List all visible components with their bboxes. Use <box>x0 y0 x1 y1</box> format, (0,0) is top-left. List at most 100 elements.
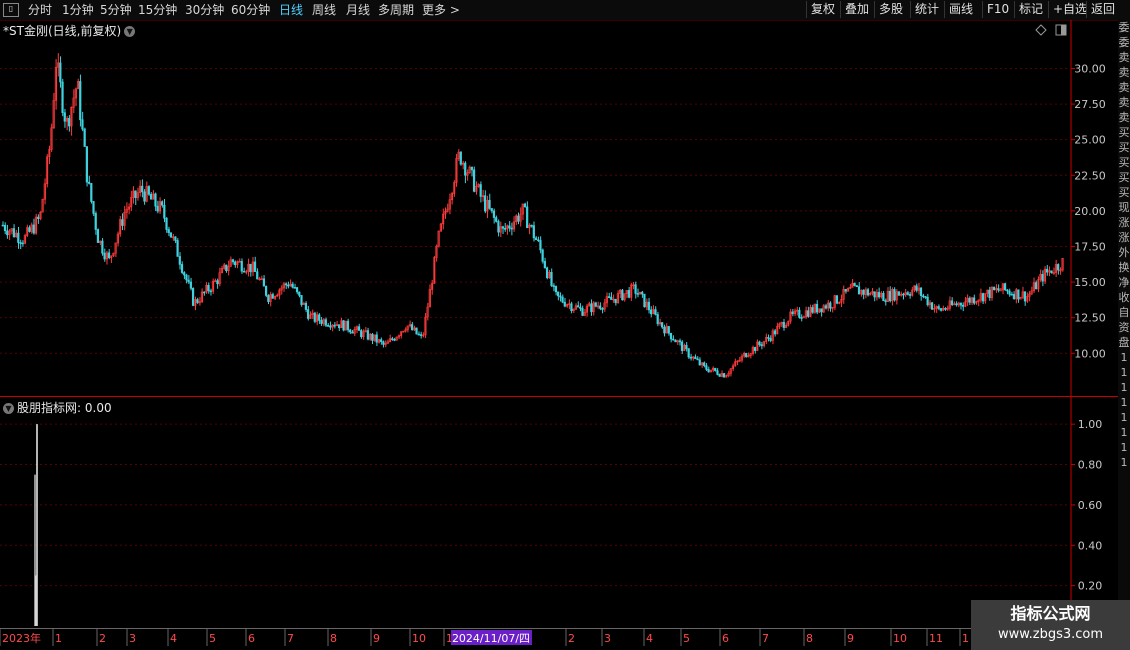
candle-body <box>247 263 250 272</box>
candle-body <box>731 365 735 370</box>
candle-body <box>537 239 540 242</box>
toolbar-button[interactable]: 画线 <box>944 1 977 18</box>
toolbar-button[interactable]: 复权 <box>806 1 839 18</box>
toolbar-button[interactable]: 统计 <box>910 1 943 18</box>
candle-body <box>696 358 699 361</box>
candle-body <box>380 339 383 342</box>
candle-body <box>313 312 316 322</box>
candle-body <box>349 329 352 333</box>
candle-body <box>307 309 310 319</box>
candle-body <box>430 283 434 290</box>
right-column-char: 换 <box>1118 261 1130 274</box>
candle-body <box>614 298 617 304</box>
candle-body <box>196 299 199 303</box>
chevron-down-icon[interactable]: ▼ <box>3 403 14 414</box>
diamond-icon[interactable] <box>1035 24 1047 36</box>
candle-body <box>229 259 232 267</box>
candle-body <box>183 272 186 276</box>
candle-body <box>935 306 938 309</box>
period-tab[interactable]: 30分钟 <box>185 2 224 18</box>
candle-body <box>10 228 13 232</box>
candle-body <box>882 292 885 302</box>
candle-body <box>298 291 301 296</box>
right-info-column: 委委卖卖卖卖卖买买买买买现涨涨外换净收自资盘11111111 <box>1118 20 1130 650</box>
period-tab[interactable]: 1分钟 <box>62 2 94 18</box>
candle-body <box>734 361 737 367</box>
candle-body <box>853 283 856 286</box>
candle-body <box>48 149 51 158</box>
candle-body <box>450 193 454 201</box>
candle-body <box>857 286 861 295</box>
candle-body <box>43 183 46 200</box>
watermark-title: 指标公式网 <box>1010 604 1091 623</box>
candle-body <box>441 213 445 225</box>
candle-body <box>621 289 624 301</box>
x-axis-label: 7 <box>762 632 769 645</box>
period-tab[interactable]: 日线 <box>279 2 303 18</box>
toolbar-button[interactable]: F10 <box>982 1 1013 18</box>
toolbar-button[interactable]: 标记 <box>1014 1 1047 18</box>
period-tab[interactable]: 15分钟 <box>138 2 177 18</box>
period-tab[interactable]: 5分钟 <box>100 2 132 18</box>
candle-body <box>439 223 442 232</box>
candle-body <box>700 362 704 366</box>
x-axis-label: 9 <box>847 632 854 645</box>
candle-body <box>1032 282 1035 292</box>
candle-body <box>169 232 173 238</box>
candle-body <box>198 301 201 304</box>
menu-square-icon[interactable]: ▯ <box>3 3 19 17</box>
candle-body <box>561 296 564 303</box>
candle-body <box>995 288 998 291</box>
candle-body <box>37 216 40 219</box>
indicator-name: 股朋指标网 <box>17 401 78 415</box>
candle-body <box>725 375 728 378</box>
price-tick-label: 22.50 <box>1074 169 1106 182</box>
right-column-char: 1 <box>1120 366 1128 379</box>
candle-body <box>738 359 741 362</box>
candle-body <box>975 301 978 304</box>
candle-body <box>864 289 867 295</box>
candle-body <box>873 291 876 298</box>
candle-body <box>218 272 221 285</box>
period-tab[interactable]: 分时 <box>28 2 52 18</box>
candle-body <box>322 319 325 324</box>
period-tab[interactable]: 周线 <box>312 2 336 18</box>
candle-body <box>411 324 414 331</box>
candle-body <box>809 307 812 317</box>
candle-body <box>616 293 619 304</box>
candle-body <box>1061 258 1064 271</box>
candle-body <box>778 323 781 327</box>
period-tab[interactable]: 多周期 <box>378 2 414 18</box>
candle-body <box>802 316 805 319</box>
candle-body <box>315 314 319 322</box>
right-column-char: 资 <box>1118 321 1130 334</box>
indicator-tick-label: 0.20 <box>1078 580 1103 593</box>
candle-body <box>846 288 850 292</box>
candle-body <box>165 217 168 230</box>
candle-body <box>377 339 381 343</box>
period-tab[interactable]: 月线 <box>346 2 370 18</box>
candle-body <box>523 203 527 208</box>
stock-title: *ST金刚(日线,前复权) <box>3 24 122 38</box>
toolbar-button[interactable]: 叠加 <box>840 1 873 18</box>
toolbar-button[interactable]: 返回 <box>1086 1 1119 18</box>
candle-body <box>966 297 969 303</box>
toolbar-button[interactable]: 多股 <box>874 1 907 18</box>
candle-body <box>324 319 327 326</box>
candle-body <box>1043 268 1046 282</box>
right-column-char: 现 <box>1118 201 1130 214</box>
period-tab[interactable]: 更多 > <box>422 2 460 18</box>
toolbar-button[interactable]: +自选 <box>1048 1 1091 18</box>
candle-body <box>446 208 449 212</box>
candle-body <box>269 294 272 302</box>
candle-body <box>904 292 907 296</box>
candle-body <box>320 320 323 324</box>
chevron-down-icon[interactable]: ▼ <box>124 26 136 37</box>
period-tab[interactable]: 60分钟 <box>231 2 270 18</box>
candle-body <box>545 267 549 279</box>
price-tick-label: 15.00 <box>1074 276 1106 289</box>
candle-body <box>475 185 478 192</box>
candle-body <box>930 302 934 310</box>
candle-body <box>242 270 246 273</box>
x-axis-label: 3 <box>604 632 611 645</box>
